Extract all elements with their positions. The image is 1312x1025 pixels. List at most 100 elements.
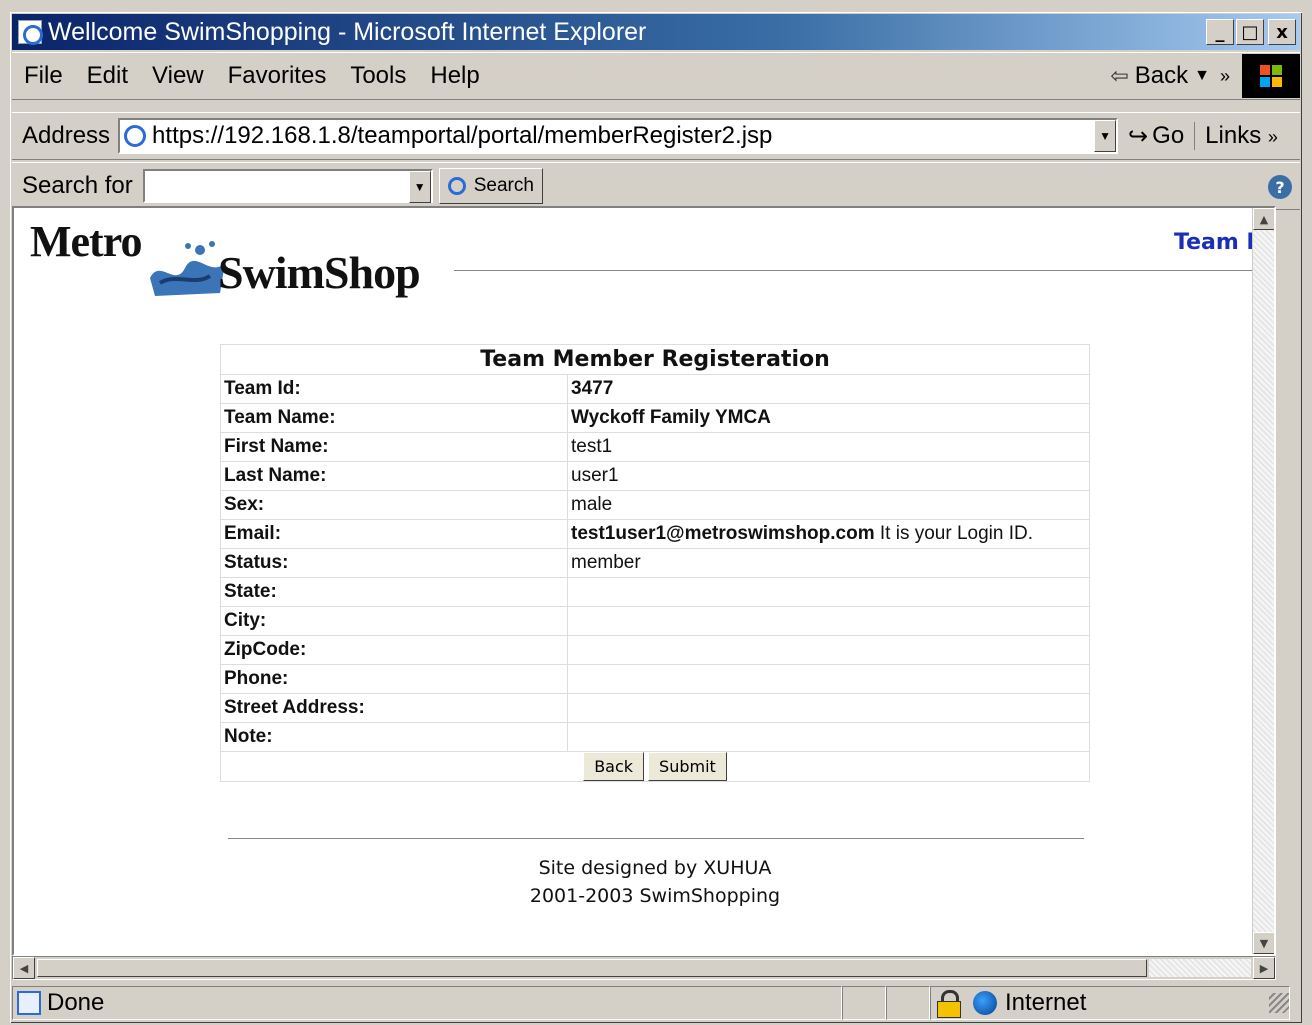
form-row: Team Name: Wyckoff Family YMCA: [220, 403, 1090, 433]
form-buttons: Back Submit: [224, 752, 1086, 781]
form-row: Status: member: [220, 548, 1090, 578]
submit-button[interactable]: Submit: [648, 752, 727, 781]
scroll-left-button[interactable]: ◀: [13, 957, 35, 979]
form-row-value: member: [571, 552, 641, 573]
toolbar-more-chevron[interactable]: »: [1220, 66, 1230, 87]
footer-credit: Site designed by XUHUA: [538, 857, 772, 879]
back-nav-label: Back: [1134, 62, 1189, 89]
form-row: State:: [220, 577, 1090, 607]
form-row: Phone:: [220, 664, 1090, 694]
address-field[interactable]: https://192.168.1.8/teamportal/portal/me…: [118, 118, 1119, 154]
menu-favorites[interactable]: Favorites: [216, 62, 339, 90]
vertical-scrollbar[interactable]: ▲ ▼: [1252, 208, 1274, 954]
scroll-right-button[interactable]: ▶: [1253, 957, 1275, 979]
form-caption: Team Member Registeration: [220, 344, 1090, 375]
menu-help[interactable]: Help: [418, 62, 491, 90]
form-row-value-cell: [567, 577, 1090, 607]
form-row: City:: [220, 606, 1090, 636]
search-button-label: Search: [473, 175, 534, 196]
page-icon: [124, 125, 147, 147]
form-row-label: Email:: [220, 519, 568, 549]
form-row: Email: test1user1@metroswimshop.com It is…: [220, 519, 1090, 549]
form-row-label: Status:: [220, 548, 568, 578]
registration-table: Team Member Registeration Team Id: 3477 Te…: [220, 344, 1090, 782]
status-zone-cell: Internet: [930, 986, 1290, 1020]
form-button-cell: Back Submit: [220, 751, 1090, 782]
back-nav-button[interactable]: ⇦ Back ▼: [1100, 56, 1220, 96]
resize-grip-icon[interactable]: [1269, 993, 1289, 1013]
menu-bar: File Edit View Favorites Tools Help ⇦ Ba…: [12, 52, 1300, 100]
go-arrow-icon: ↪: [1128, 122, 1149, 150]
form-row-label: State:: [220, 577, 568, 607]
footer-copyright: 2001-2003 SwimShopping: [529, 885, 781, 907]
menu-file[interactable]: File: [12, 62, 75, 90]
form-row-value: user1: [571, 465, 619, 486]
search-icon: [447, 177, 466, 195]
menu-tools[interactable]: Tools: [338, 62, 418, 90]
address-label: Address: [22, 122, 111, 149]
form-row-label: City:: [220, 606, 568, 636]
form-row: Last Name: user1: [220, 461, 1090, 491]
form-row: Note:: [220, 722, 1090, 752]
site-logo[interactable]: Metro SwimShop: [30, 216, 450, 312]
status-progress-cell: [842, 986, 886, 1020]
form-row-label: ZipCode:: [220, 635, 568, 665]
form-row-value-cell: user1: [567, 461, 1090, 491]
address-url[interactable]: https://192.168.1.8/teamportal/portal/me…: [152, 122, 772, 150]
form-row-value: test1: [571, 436, 613, 457]
globe-icon: [973, 991, 997, 1015]
minimize-button[interactable]: _: [1206, 19, 1234, 45]
ie-app-icon: [18, 20, 43, 45]
form-row-label: Team Id:: [220, 374, 568, 404]
search-dropdown-button[interactable]: ▼: [408, 171, 431, 203]
close-button[interactable]: x: [1268, 19, 1296, 45]
status-bar: Done Internet: [12, 984, 1300, 1022]
search-button[interactable]: Search: [438, 168, 543, 204]
scroll-up-button[interactable]: ▲: [1253, 208, 1274, 230]
search-bar: Search for ▼ Search ?: [12, 162, 1300, 210]
form-row-label: Team Name:: [220, 403, 568, 433]
maximize-button[interactable]: □: [1236, 19, 1264, 45]
form-row-label: Phone:: [220, 664, 568, 694]
form-row-value-cell: [567, 635, 1090, 665]
form-row-value-cell: [567, 722, 1090, 752]
address-dropdown-button[interactable]: ▼: [1094, 120, 1117, 152]
form-row-label: First Name:: [220, 432, 568, 462]
search-input[interactable]: ▼: [142, 169, 433, 203]
links-button[interactable]: Links »: [1194, 122, 1288, 150]
site-footer: Site designed by XUHUA 2001-2003 SwimSho…: [220, 854, 1090, 910]
form-row-label: Sex:: [220, 490, 568, 520]
logo-text-metro: Metro: [30, 217, 142, 266]
form-button-row: Back Submit: [220, 751, 1090, 782]
links-label: Links: [1205, 122, 1262, 149]
horizontal-scroll-track[interactable]: [1149, 959, 1251, 977]
go-label: Go: [1152, 122, 1185, 149]
form-row: Team Id: 3477: [220, 374, 1090, 404]
form-row-label: Note:: [220, 722, 568, 752]
help-icon[interactable]: ?: [1268, 175, 1292, 199]
form-row: ZipCode:: [220, 635, 1090, 665]
horizontal-scroll-thumb[interactable]: [37, 959, 1147, 977]
lock-icon[interactable]: [937, 990, 961, 1018]
horizontal-scrollbar[interactable]: ◀ ▶: [12, 956, 1276, 980]
title-bar[interactable]: Wellcome SwimShopping - Microsoft Intern…: [12, 14, 1300, 50]
page-content: Metro SwimShop Team Po Team Member Regis…: [12, 206, 1276, 956]
menu-view[interactable]: View: [140, 62, 216, 90]
browser-window: Wellcome SwimShopping - Microsoft Intern…: [8, 10, 1304, 1025]
chevron-down-icon[interactable]: ▼: [1194, 67, 1210, 85]
form-row-value-cell: member: [567, 548, 1090, 578]
go-button[interactable]: ↪ Go: [1118, 122, 1194, 151]
form-row-value: male: [571, 494, 613, 515]
form-row-value-cell: test1: [567, 432, 1090, 462]
form-row: Street Address:: [220, 693, 1090, 723]
caption-row: Team Member Registeration: [220, 344, 1090, 375]
back-button[interactable]: Back: [583, 752, 645, 781]
form-row-value-cell: [567, 606, 1090, 636]
form-row-value-cell: 3477: [567, 374, 1090, 404]
status-extra-cell: [886, 986, 930, 1020]
menu-edit[interactable]: Edit: [75, 62, 140, 90]
form-row-label: Street Address:: [220, 693, 568, 723]
window-title: Wellcome SwimShopping - Microsoft Intern…: [48, 17, 647, 46]
windows-logo-icon: [1242, 54, 1300, 98]
scroll-down-button[interactable]: ▼: [1253, 932, 1274, 954]
